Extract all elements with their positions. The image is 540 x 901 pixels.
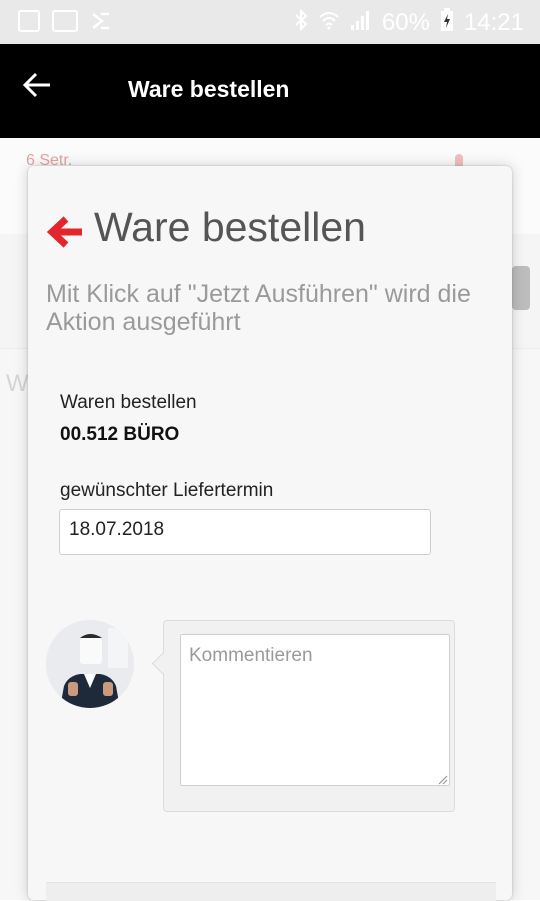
dialog-subtitle: Mit Klick auf "Jetzt Ausführen" wird die… xyxy=(46,280,471,336)
signal-icon xyxy=(350,9,372,37)
item-label: Waren bestellen xyxy=(60,392,197,413)
status-left-icons xyxy=(18,10,112,32)
download-check-icon xyxy=(90,10,112,32)
bluetooth-icon xyxy=(294,8,308,37)
item-value: 00.512 BÜRO xyxy=(60,424,180,445)
status-time: 14:21 xyxy=(463,9,524,36)
battery-percent: 60% xyxy=(381,9,430,36)
date-label: gewünschter Liefertermin xyxy=(60,480,274,501)
photo-icon xyxy=(52,10,78,32)
wifi-icon xyxy=(318,10,340,36)
background-letter: W xyxy=(6,370,29,397)
dialog-title: Ware bestellen xyxy=(94,204,366,250)
app-bar: Ware bestellen xyxy=(0,44,540,138)
image-icon xyxy=(18,10,40,32)
status-bar: 60% 14:21 xyxy=(0,0,540,44)
background-scroll-handle xyxy=(512,266,530,310)
status-right: 60% 14:21 xyxy=(294,8,524,38)
avatar xyxy=(46,620,134,708)
red-arrow-left-icon[interactable] xyxy=(46,212,86,252)
arrow-left-icon[interactable] xyxy=(22,70,52,106)
resize-grip-icon[interactable] xyxy=(436,772,448,785)
delivery-date-field[interactable]: 18.07.2018 xyxy=(59,509,431,555)
comment-input[interactable] xyxy=(180,634,450,786)
app-title: Ware bestellen xyxy=(128,76,290,102)
battery-charging-icon xyxy=(440,8,454,38)
dialog-bottom-area xyxy=(46,882,496,901)
